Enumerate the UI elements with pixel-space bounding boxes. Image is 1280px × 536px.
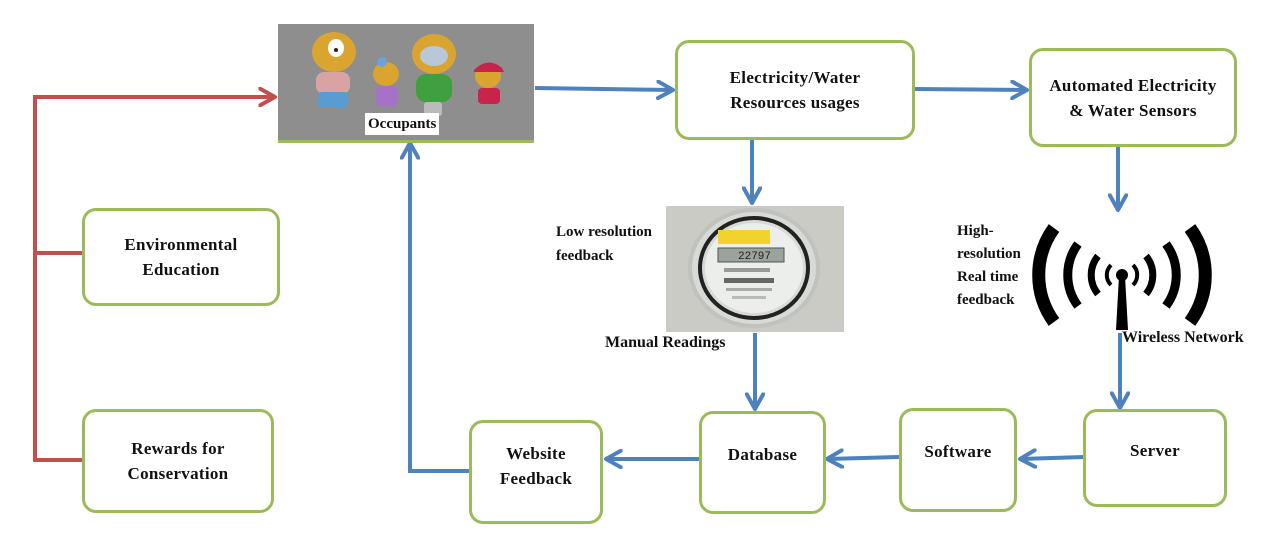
label-wireless-network: Wireless Network xyxy=(1122,329,1244,346)
node-automated-sensors: Automated Electricity & Water Sensors xyxy=(1029,48,1237,147)
node-software: Software xyxy=(899,408,1017,512)
arrow-website-to-occupants xyxy=(410,143,470,473)
arrow-occupants-to-usage xyxy=(534,88,673,90)
node-environmental-education: Environmental Education xyxy=(82,208,280,306)
node-database-label: Database xyxy=(727,445,798,464)
node-server: Server xyxy=(1083,409,1227,507)
label-high-resolution-line3: Real time xyxy=(957,269,1019,285)
arrow-server-to-software xyxy=(1020,457,1085,459)
node-resource-usage-line2: Resources usages xyxy=(730,93,860,112)
node-software-label: Software xyxy=(924,442,992,461)
node-database: Database xyxy=(699,411,826,514)
label-high-resolution-feedback: High- resolution Real time feedback xyxy=(957,220,1021,312)
arrow-usage-to-sensors xyxy=(914,89,1027,90)
label-low-resolution-line1: Low resolution xyxy=(556,224,652,240)
electric-meter-icon: 22797 xyxy=(688,208,820,328)
node-resource-usage: Electricity/Water Resources usages xyxy=(675,40,915,140)
wireless-antenna-icon xyxy=(1032,224,1212,330)
node-website-feedback-line1: Website xyxy=(506,444,566,463)
node-automated-sensors-line2: & Water Sensors xyxy=(1069,100,1197,120)
label-high-resolution-line4: feedback xyxy=(957,292,1015,308)
arrow-rewards-to-occupants xyxy=(33,253,84,462)
occupants-label: Occupants xyxy=(365,113,440,135)
meter-display-value: 22797 xyxy=(738,251,771,263)
node-resource-usage-line1: Electricity/Water xyxy=(729,68,861,87)
node-environmental-education-line2: Education xyxy=(142,260,220,279)
label-manual-readings: Manual Readings xyxy=(605,334,726,351)
node-rewards-conservation-line1: Rewards for xyxy=(131,439,225,458)
label-high-resolution-line2: resolution xyxy=(957,246,1021,262)
electric-meter-image: 22797 xyxy=(666,206,844,332)
node-server-label: Server xyxy=(1130,441,1180,460)
node-website-feedback-line2: Feedback xyxy=(499,469,573,488)
label-low-resolution-line2: feedback xyxy=(556,248,614,264)
label-low-resolution-feedback: Low resolution feedback xyxy=(556,220,652,268)
node-website-feedback: Website Feedback xyxy=(469,420,603,524)
occupants-image: Occupants xyxy=(278,24,534,143)
arrow-software-to-database xyxy=(827,457,900,459)
node-rewards-conservation: Rewards for Conservation xyxy=(82,409,274,513)
node-rewards-conservation-line2: Conservation xyxy=(127,464,229,483)
node-environmental-education-line1: Environmental xyxy=(124,235,238,254)
label-high-resolution-line1: High- xyxy=(957,223,994,239)
node-automated-sensors-line1: Automated Electricity xyxy=(1049,75,1217,95)
